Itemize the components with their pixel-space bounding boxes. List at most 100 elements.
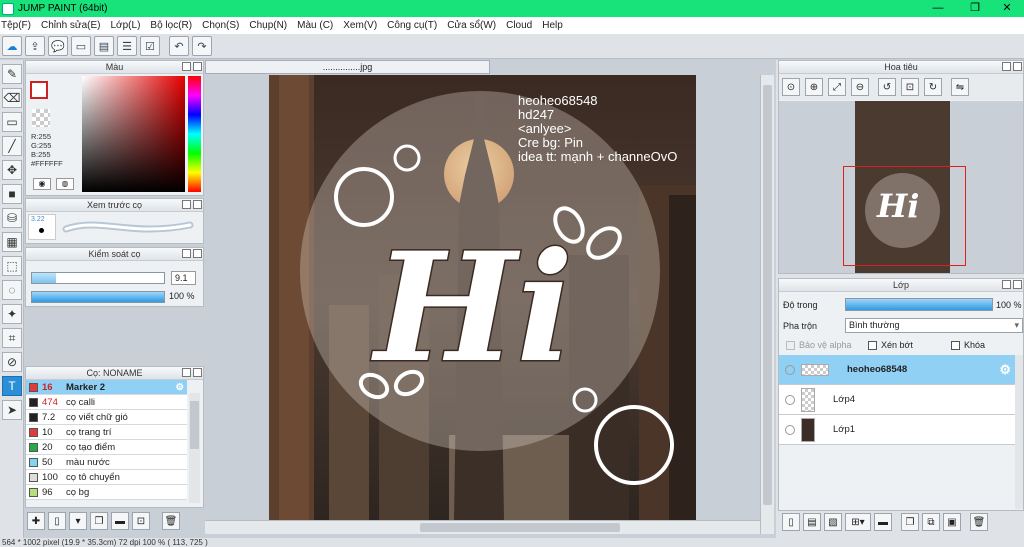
float-icon[interactable] (182, 200, 191, 209)
menu-cloud[interactable]: Cloud (506, 20, 532, 31)
brush-item[interactable]: 100 cọ tô chuyển (26, 470, 187, 485)
move-tool-icon[interactable]: ✥ (2, 160, 22, 180)
protect-alpha-checkbox[interactable]: Bảo vệ alpha (786, 340, 852, 350)
brush-opacity-slider[interactable] (31, 291, 165, 303)
collapse-icon[interactable] (193, 62, 202, 71)
copy-brush-icon[interactable]: ❐ (90, 512, 108, 530)
menu-filter[interactable]: Bộ lọc(R) (150, 20, 192, 31)
saturation-brightness-picker[interactable] (82, 76, 185, 192)
select-rect-tool-icon[interactable]: ⬚ (2, 256, 22, 276)
text-tool-icon[interactable]: T (2, 376, 22, 396)
brush-item[interactable]: 20 cọ tạo điểm (26, 440, 187, 455)
horizontal-scrollbar[interactable] (205, 520, 760, 534)
menu-select[interactable]: Chọn(S) (202, 20, 239, 31)
new-brush-icon[interactable]: ▯ (48, 512, 66, 530)
collapse-icon[interactable] (1013, 280, 1022, 289)
zoom-fit-icon[interactable]: ⊙ (782, 78, 800, 96)
color-mode-button[interactable]: ◉ (33, 178, 51, 190)
navigator-viewport-frame[interactable] (843, 166, 966, 266)
rectangle-tool-icon[interactable]: ▭ (2, 112, 22, 132)
duplicate-layer-icon[interactable]: ❐ (901, 513, 919, 531)
line-tool-icon[interactable]: ╱ (2, 136, 22, 156)
minimize-button[interactable]: — (921, 0, 955, 17)
brush-dropdown-icon[interactable]: ▾ (69, 512, 87, 530)
zoom-in-icon[interactable]: ⊕ (805, 78, 823, 96)
add-layer-dropdown-icon[interactable]: ⊞▾ (845, 513, 871, 531)
menu-view[interactable]: Xem(V) (343, 20, 377, 31)
undo-icon[interactable]: ↶ (169, 36, 189, 56)
brush-add-icon[interactable]: ✚ (27, 512, 45, 530)
document-tab[interactable]: ...............jpg (205, 60, 490, 74)
layer-row[interactable]: Lớp1 (779, 415, 1015, 445)
folder-icon[interactable]: ▬ (111, 512, 129, 530)
comment-icon[interactable]: 💬 (48, 36, 68, 56)
foreground-color-swatch[interactable] (30, 81, 48, 99)
menu-edit[interactable]: Chỉnh sửa(E) (41, 20, 101, 31)
float-icon[interactable] (1002, 280, 1011, 289)
message-icon[interactable]: ▭ (71, 36, 91, 56)
document-icon[interactable]: ▤ (94, 36, 114, 56)
lock-checkbox[interactable]: Khóa (951, 340, 985, 350)
close-button[interactable]: ✕ (990, 0, 1024, 17)
brush-item[interactable]: 50 màu nước (26, 455, 187, 470)
menu-help[interactable]: Help (542, 20, 563, 31)
gradient-tool-icon[interactable]: ▦ (2, 232, 22, 252)
reset-rotation-icon[interactable]: ⊡ (901, 78, 919, 96)
menu-file[interactable]: Tệp(F) (1, 20, 31, 31)
gear-icon[interactable]: ⚙ (175, 382, 184, 393)
visibility-icon[interactable] (785, 364, 795, 375)
rotate-left-icon[interactable]: ↺ (878, 78, 896, 96)
float-icon[interactable] (182, 62, 191, 71)
vertical-scrollbar[interactable] (760, 75, 774, 534)
redo-icon[interactable]: ↷ (192, 36, 212, 56)
brush-item[interactable]: 7.2 cọ viết chữ gió (26, 410, 187, 425)
delete-layer-icon[interactable]: 🗑 (970, 513, 988, 531)
zoom-out-icon[interactable]: ⊖ (851, 78, 869, 96)
layer-opacity-slider[interactable] (845, 298, 993, 311)
fill-rect-tool-icon[interactable]: ■ (2, 184, 22, 204)
menu-color[interactable]: Màu (C) (297, 20, 333, 31)
eyedropper-button[interactable]: ◍ (56, 178, 74, 190)
eraser-tool-icon[interactable]: ⌫ (2, 88, 22, 108)
checklist-icon[interactable]: ☑ (140, 36, 160, 56)
clipping-checkbox[interactable]: Xén bớt (868, 340, 913, 350)
collapse-icon[interactable] (193, 200, 202, 209)
visibility-icon[interactable] (785, 424, 795, 435)
blend-mode-select[interactable]: Bình thường ▾ (845, 318, 1023, 333)
canvas[interactable]: heoheo68548 hd247 <anlyee> Cre bg: Pin i… (269, 75, 696, 520)
collapse-icon[interactable] (193, 249, 202, 258)
lasso-tool-icon[interactable]: ◌ (2, 280, 22, 300)
export-icon[interactable]: ⇪ (25, 36, 45, 56)
brush-item[interactable]: 10 cọ trang trí (26, 425, 187, 440)
collapse-icon[interactable] (1013, 62, 1022, 71)
float-icon[interactable] (182, 368, 191, 377)
new-layer-icon[interactable]: ▯ (782, 513, 800, 531)
layer-row[interactable]: heoheo68548 ⚙ (779, 355, 1015, 385)
float-icon[interactable] (1002, 62, 1011, 71)
brush-item[interactable]: 96 cọ bg (26, 485, 187, 500)
hue-slider[interactable] (188, 76, 201, 192)
brush-size-slider[interactable] (31, 272, 165, 284)
layer-row[interactable]: Lớp4 (779, 385, 1015, 415)
brush-item[interactable]: 16 Marker 2 ⚙ (26, 380, 187, 395)
brush-list-scrollbar[interactable] (189, 393, 200, 503)
bucket-tool-icon[interactable]: ⛁ (2, 208, 22, 228)
brush-settings-icon[interactable]: ⊡ (132, 512, 150, 530)
transparent-color-swatch[interactable] (32, 109, 50, 127)
gear-icon[interactable]: ⚙ (999, 362, 1011, 378)
navigator-preview-area[interactable]: Hi (779, 101, 1023, 273)
float-icon[interactable] (182, 249, 191, 258)
brush-size-value[interactable]: 9.1 (171, 271, 196, 285)
operation-tool-icon[interactable]: ➤ (2, 400, 22, 420)
menu-layer[interactable]: Lớp(L) (111, 20, 141, 31)
layer-list-scrollbar[interactable] (1015, 355, 1023, 509)
layer-mask-icon[interactable]: ▣ (943, 513, 961, 531)
trash-icon[interactable]: 🗑 (162, 512, 180, 530)
visibility-icon[interactable] (785, 394, 795, 405)
menu-window[interactable]: Cửa sổ(W) (447, 20, 496, 31)
flip-icon[interactable]: ⇋ (951, 78, 969, 96)
list-icon[interactable]: ☰ (117, 36, 137, 56)
rotate-right-icon[interactable]: ↻ (924, 78, 942, 96)
pen-tool-icon[interactable]: ✎ (2, 64, 22, 84)
layer-folder-icon[interactable]: ▬ (874, 513, 892, 531)
